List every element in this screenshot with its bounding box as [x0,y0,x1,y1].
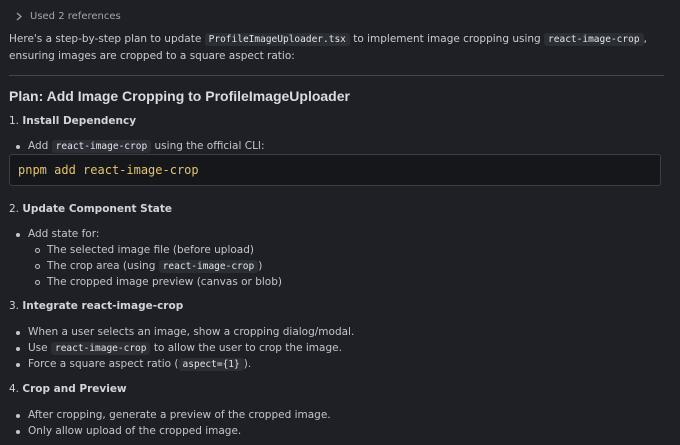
list-item: Use react-image-crop to allow the user t… [14,340,654,356]
inline-code-library: react-image-crop [544,33,644,46]
code-arguments: add react-image-crop [54,163,199,177]
code-command: pnpm [18,163,47,177]
step-title: Integrate react-image-crop [22,300,184,312]
sub-list-item: The cropped image preview (canvas or blo… [14,274,654,290]
intro-text: Here's a step-by-step plan to update [9,33,205,45]
step-1-list: Add react-image-crop using the official … [14,138,654,154]
step-number: 2. [9,203,20,215]
intro-paragraph: Here's a step-by-step plan to update Pro… [9,31,669,65]
step-heading-1: 1. Install Dependency [9,115,136,127]
list-item: When a user selects an image, show a cro… [14,324,654,340]
step-4-list: After cropping, generate a preview of th… [14,407,654,439]
list-item: Only allow upload of the cropped image. [14,423,654,439]
list-item: Add react-image-crop using the official … [14,138,654,154]
plan-heading: Plan: Add Image Cropping to ProfileImage… [9,88,350,104]
chevron-right-icon [14,10,24,22]
step-title: Update Component State [22,203,172,215]
chat-response: Used 2 references Here's a step-by-step … [0,0,680,445]
inline-code: react-image-crop [158,260,259,273]
step-heading-3: 3. Integrate react-image-crop [9,300,183,312]
step-title: Install Dependency [22,115,137,127]
list-item: After cropping, generate a preview of th… [14,407,654,423]
list-item: Add state for: [14,226,654,242]
inline-code: react-image-crop [50,342,151,355]
inline-code: react-image-crop [51,140,152,153]
sub-list-item: The crop area (using react-image-crop) [14,258,654,274]
sub-list-item: The selected image file (before upload) [14,242,654,258]
step-2-list: Add state for: The selected image file (… [14,226,654,290]
step-heading-4: 4. Crop and Preview [9,383,127,395]
inline-code: aspect={1} [178,358,244,371]
step-number: 4. [9,383,20,395]
used-references-toggle[interactable]: Used 2 references [14,10,121,22]
divider [9,75,664,76]
used-references-label: Used 2 references [30,10,121,22]
step-title: Crop and Preview [22,383,127,395]
step-number: 1. [9,115,20,127]
inline-code-filename: ProfileImageUploader.tsx [204,33,350,46]
step-heading-2: 2. Update Component State [9,203,172,215]
code-block[interactable]: pnpm add react-image-crop [9,154,661,186]
list-item: Force a square aspect ratio (aspect={1})… [14,356,654,372]
step-number: 3. [9,300,20,312]
intro-text: to implement image cropping using [349,33,545,45]
step-3-list: When a user selects an image, show a cro… [14,324,654,372]
